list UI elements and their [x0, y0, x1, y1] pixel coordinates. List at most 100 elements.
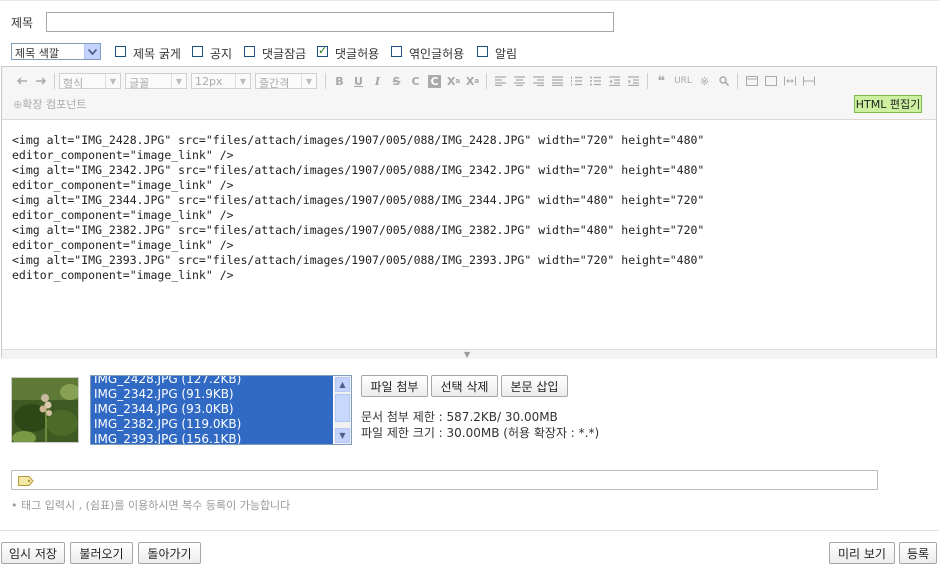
notify-label: 알림: [495, 47, 518, 61]
file-size-limit: 파일 제한 크기 : 30.00MB (허용 확장자 : *.*): [361, 426, 600, 440]
bold-title-checkbox[interactable]: [115, 46, 126, 57]
html-editor-button[interactable]: HTML 편집기: [854, 95, 922, 113]
italic-icon[interactable]: I: [368, 72, 387, 90]
toolbar-separator: [737, 73, 738, 89]
code-line: <img alt="IMG_2382.JPG" src="files/attac…: [12, 223, 705, 237]
subscript-icon[interactable]: Xa: [463, 72, 482, 90]
url-link-button[interactable]: URL: [671, 72, 695, 90]
background-color-icon[interactable]: C: [425, 72, 444, 90]
allow-trackback-label: 엮인글허용: [409, 47, 465, 61]
toolbar-separator: [647, 73, 648, 89]
toolbar-row: 형식 ▼ 글꼴 ▼ 12px ▼ 줄간격 ▼ B U I S C C Xa Xa: [12, 72, 818, 90]
title-label: 제목: [11, 16, 34, 30]
merge-cells-icon[interactable]: [780, 72, 799, 90]
box-icon[interactable]: [761, 72, 780, 90]
title-color-select[interactable]: 제목 색깔: [11, 43, 101, 60]
code-line: editor_component="image_link" />: [12, 148, 234, 162]
font-size-select-value: 12px: [195, 75, 223, 88]
preview-button[interactable]: 미리 보기: [829, 542, 895, 564]
scrollbar-thumb[interactable]: [335, 394, 350, 422]
line-spacing-select-value: 줄간격: [259, 77, 290, 90]
redo-icon[interactable]: [31, 72, 50, 90]
document-attach-limit: 문서 첨부 제한 : 587.2KB/ 30.00MB: [361, 410, 558, 424]
attachment-items: IMG_2428.JPG (127.2KB) IMG_2342.JPG (91.…: [91, 376, 333, 444]
ordered-list-icon[interactable]: [567, 72, 586, 90]
split-cells-icon[interactable]: [799, 72, 818, 90]
tag-input[interactable]: [11, 470, 878, 490]
notice-checkbox[interactable]: [192, 46, 203, 57]
plus-icon: ⊕: [13, 98, 23, 111]
list-item[interactable]: IMG_2342.JPG (91.9KB): [91, 387, 333, 402]
font-select-value: 글꼴: [129, 77, 150, 90]
comment-lock-label: 댓글잠금: [262, 47, 307, 61]
align-justify-icon[interactable]: [548, 72, 567, 90]
title-color-select-value: 제목 색깔: [15, 47, 59, 60]
attachment-list[interactable]: IMG_2428.JPG (127.2KB) IMG_2342.JPG (91.…: [90, 375, 352, 445]
back-button[interactable]: 돌아가기: [138, 542, 201, 564]
submit-button[interactable]: 등록: [899, 542, 937, 564]
quote-icon[interactable]: ❝: [652, 72, 671, 90]
toolbar-separator: [486, 73, 487, 89]
list-item[interactable]: IMG_2344.JPG (93.0KB): [91, 402, 333, 417]
list-item[interactable]: IMG_2382.JPG (119.0KB): [91, 417, 333, 432]
attachment-thumbnail: [11, 377, 79, 443]
unordered-list-icon[interactable]: [586, 72, 605, 90]
chevron-down-icon: ▼: [105, 74, 120, 88]
format-select-value: 형식: [63, 77, 84, 90]
underline-icon[interactable]: U: [349, 72, 368, 90]
code-line: <img alt="IMG_2428.JPG" src="files/attac…: [12, 133, 705, 147]
superscript-icon[interactable]: Xa: [444, 72, 463, 90]
insert-into-body-button[interactable]: 본문 삽입: [501, 375, 568, 397]
chevron-down-icon: ▼: [171, 74, 186, 88]
indent-icon[interactable]: [624, 72, 643, 90]
delete-selected-button[interactable]: 선택 삭제: [431, 375, 498, 397]
editor-resize-handle[interactable]: ▼: [2, 349, 936, 359]
code-line: editor_component="image_link" />: [12, 208, 234, 222]
extension-component-label: 확장 컴포넌트: [22, 98, 87, 111]
search-icon[interactable]: [714, 72, 733, 90]
special-char-icon[interactable]: ※: [695, 72, 714, 90]
line-spacing-select[interactable]: 줄간격 ▼: [255, 73, 317, 90]
top-border: [0, 0, 939, 1]
notify-checkbox[interactable]: [477, 46, 488, 57]
font-size-select[interactable]: 12px ▼: [191, 73, 251, 89]
allow-comment-label: 댓글허용: [335, 47, 380, 61]
list-item[interactable]: IMG_2428.JPG (127.2KB): [91, 376, 333, 387]
align-left-icon[interactable]: [491, 72, 510, 90]
temp-save-button[interactable]: 임시 저장: [1, 542, 65, 564]
format-select[interactable]: 형식 ▼: [59, 73, 121, 90]
code-line: editor_component="image_link" />: [12, 238, 234, 252]
strikethrough-icon[interactable]: S: [387, 72, 406, 90]
allow-comment-checkbox[interactable]: [317, 44, 328, 57]
editor-content[interactable]: <img alt="IMG_2428.JPG" src="files/attac…: [12, 133, 704, 283]
tag-icon: [18, 475, 34, 486]
list-item[interactable]: IMG_2393.JPG (156.1KB): [91, 432, 333, 444]
attach-file-button[interactable]: 파일 첨부: [361, 375, 428, 397]
divider: [0, 530, 939, 531]
bold-icon[interactable]: B: [330, 72, 349, 90]
table-icon[interactable]: [742, 72, 761, 90]
attachment-scrollbar[interactable]: ▲ ▼: [334, 376, 351, 444]
extension-component-button[interactable]: ⊕확장 컴포넌트: [13, 96, 86, 112]
code-line: editor_component="image_link" />: [12, 268, 234, 282]
align-center-icon[interactable]: [510, 72, 529, 90]
align-right-icon[interactable]: [529, 72, 548, 90]
code-line: editor_component="image_link" />: [12, 178, 234, 192]
chevron-up-icon[interactable]: ▲: [335, 377, 350, 392]
chevron-down-icon[interactable]: ▼: [335, 428, 350, 443]
allow-trackback-checkbox[interactable]: [391, 46, 402, 57]
load-button[interactable]: 불러오기: [70, 542, 133, 564]
editor-toolbar: 형식 ▼ 글꼴 ▼ 12px ▼ 줄간격 ▼ B U I S C C Xa Xa: [2, 67, 936, 120]
code-line: <img alt="IMG_2342.JPG" src="files/attac…: [12, 163, 705, 177]
undo-icon[interactable]: [12, 72, 31, 90]
outdent-icon[interactable]: [605, 72, 624, 90]
resize-grip-icon: ▼: [464, 350, 471, 359]
font-select[interactable]: 글꼴 ▼: [125, 73, 187, 90]
text-color-icon[interactable]: C: [406, 72, 425, 90]
chevron-down-icon: ▼: [235, 74, 250, 88]
comment-lock-checkbox[interactable]: [244, 46, 255, 57]
chevron-down-icon: [84, 44, 100, 59]
title-input[interactable]: [46, 12, 614, 32]
tag-hint: • 태그 입력시 , (쉼표)를 이용하시면 복수 등록이 가능합니다: [11, 499, 291, 512]
notice-label: 공지: [210, 47, 233, 61]
